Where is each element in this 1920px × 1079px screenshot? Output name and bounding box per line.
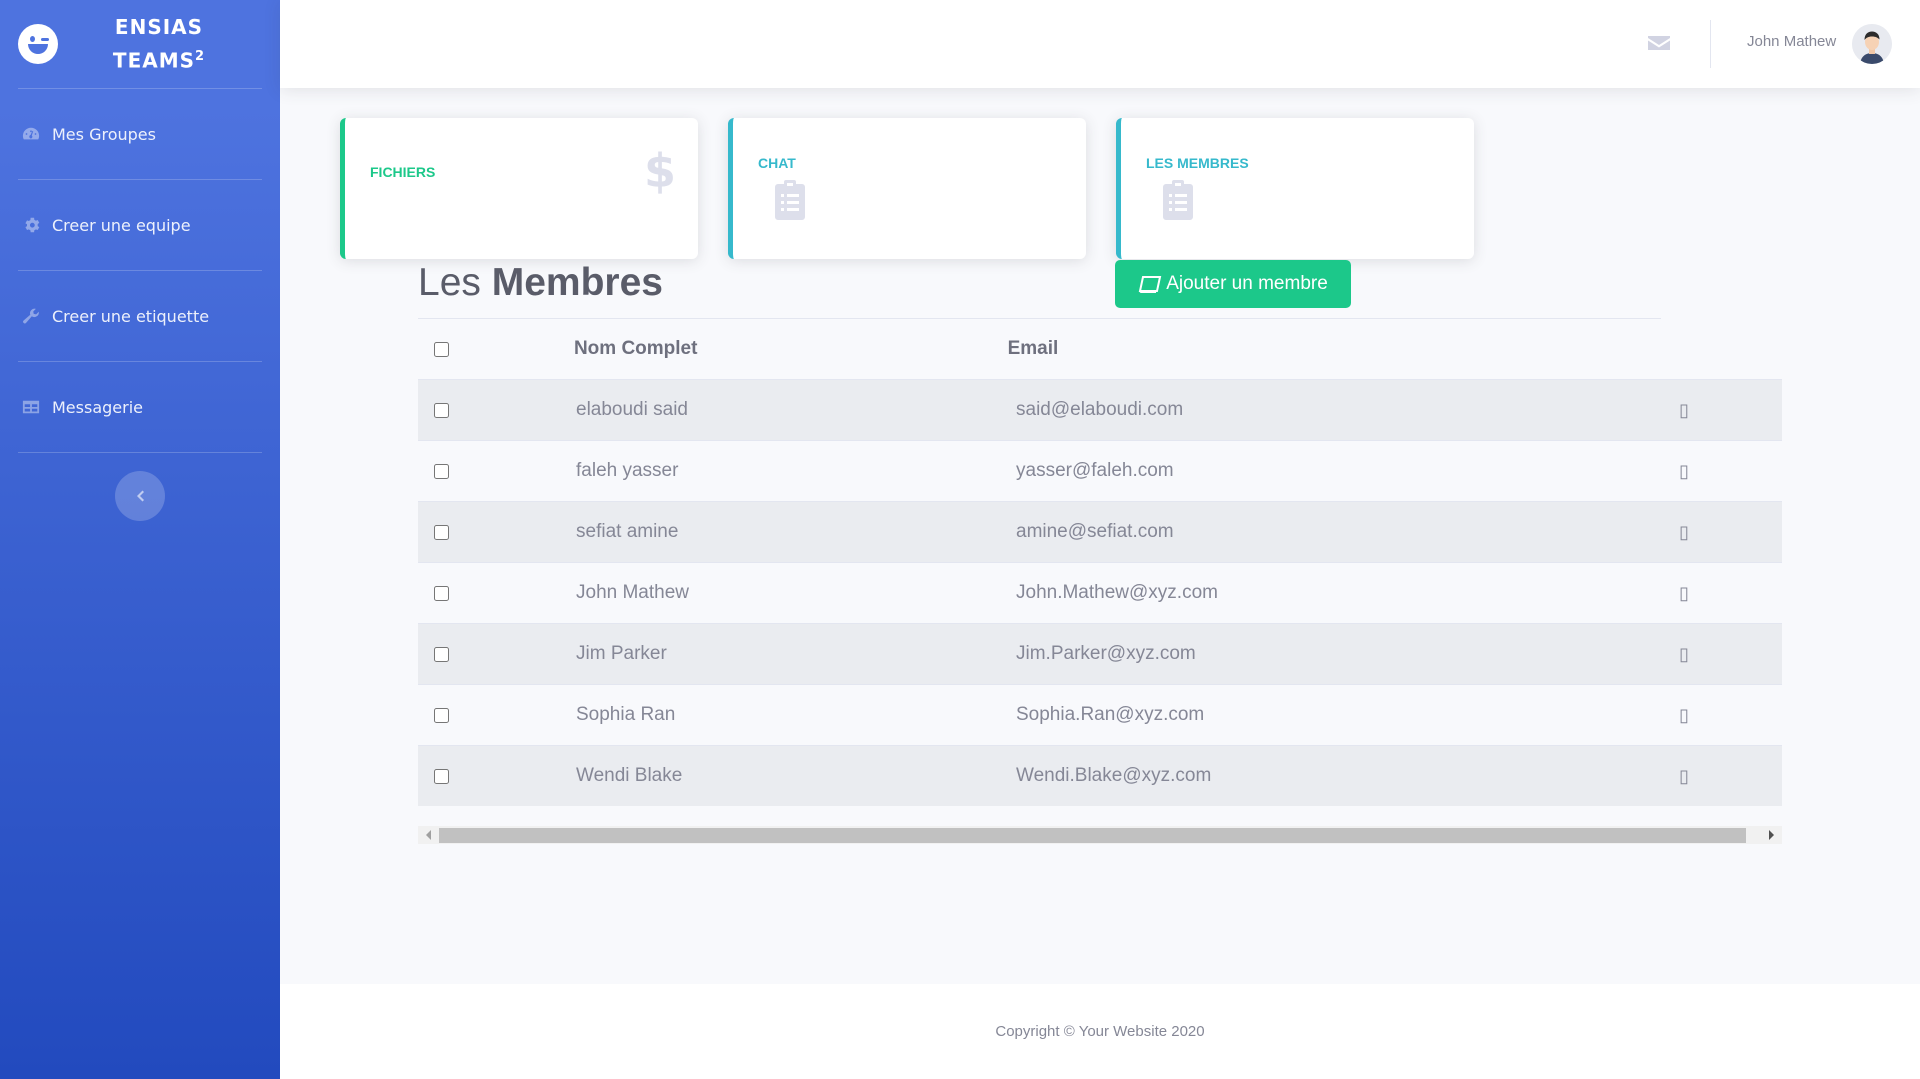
row-checkbox[interactable] [434, 524, 449, 540]
table-row[interactable]: Jim Parker Jim.Parker@xyz.com ▯ [418, 623, 1782, 684]
sidebar-item-creer-equipe[interactable]: Creer une equipe [0, 180, 280, 270]
clipboard-list-icon [775, 180, 805, 220]
chevron-left-icon [137, 490, 144, 502]
row-action-icon[interactable]: ▯ [1679, 400, 1782, 421]
brand-text: ENSIAS TEAMS2 [58, 12, 280, 76]
page-title-light: Les [418, 261, 481, 304]
sidebar-item-mes-groupes[interactable]: Mes Groupes [0, 89, 280, 179]
table-row[interactable]: elaboudi said said@elaboudi.com ▯ [418, 379, 1782, 440]
laugh-wink-icon [18, 24, 58, 64]
member-email: said@elaboudi.com [1016, 399, 1184, 420]
copyright-text: Copyright © Your Website 2020 [995, 1023, 1205, 1040]
clipboard-list-icon [1163, 180, 1193, 220]
card-title: FICHIERS [370, 164, 436, 180]
row-checkbox[interactable] [434, 646, 449, 662]
row-checkbox[interactable] [434, 768, 449, 784]
row-action-icon[interactable]: ▯ [1679, 705, 1782, 726]
brand[interactable]: ENSIAS TEAMS2 [0, 0, 280, 88]
select-all-checkbox[interactable] [434, 341, 449, 357]
topbar-divider [1710, 20, 1711, 68]
sidebar-item-label: Messagerie [52, 397, 143, 417]
table-row[interactable]: sefiat amine amine@sefiat.com ▯ [418, 501, 1782, 562]
brand-line1: ENSIAS [114, 15, 204, 40]
card-fichiers[interactable]: FICHIERS $ [340, 118, 698, 259]
card-chat[interactable]: CHAT [728, 118, 1086, 259]
row-action-icon[interactable]: ▯ [1679, 583, 1782, 604]
table-row[interactable]: faleh yasser yasser@faleh.com ▯ [418, 440, 1782, 501]
avatar[interactable] [1852, 24, 1892, 64]
footer: Copyright © Your Website 2020 [280, 984, 1920, 1079]
row-action-icon[interactable]: ▯ [1679, 461, 1782, 482]
member-name: Jim Parker [576, 643, 667, 664]
user-name[interactable]: John Mathew [1747, 33, 1836, 50]
sidebar-item-label: Creer une equipe [52, 215, 191, 235]
member-email: John.Mathew@xyz.com [1016, 582, 1218, 603]
brand-line2: TEAMS [112, 48, 196, 73]
member-name: sefiat amine [576, 521, 679, 542]
sidebar-item-messagerie[interactable]: Messagerie [0, 362, 280, 452]
column-header-name[interactable]: Nom Complet [574, 338, 1008, 360]
page-title-bold: Membres [491, 261, 663, 304]
members-table: Nom Complet Email elaboudi said said@elab… [418, 318, 1782, 844]
card-les-membres[interactable]: LES MEMBRES [1116, 118, 1474, 259]
member-email: Wendi.Blake@xyz.com [1016, 765, 1212, 786]
table-row[interactable]: Wendi Blake Wendi.Blake@xyz.com ▯ [418, 745, 1782, 806]
tachometer-icon [22, 125, 40, 143]
row-checkbox[interactable] [434, 585, 449, 601]
table-header: Nom Complet Email [418, 318, 1661, 379]
card-title: LES MEMBRES [1146, 155, 1249, 171]
table-row[interactable]: Sophia Ran Sophia.Ran@xyz.com ▯ [418, 684, 1782, 745]
envelope-icon[interactable] [1648, 34, 1670, 52]
member-email: amine@sefiat.com [1016, 521, 1174, 542]
add-member-button[interactable]: Ajouter un membre [1115, 260, 1351, 308]
table-row[interactable]: John Mathew John.Mathew@xyz.com ▯ [418, 562, 1782, 623]
scroll-right-icon[interactable] [1769, 830, 1774, 840]
member-name: John Mathew [576, 582, 690, 603]
card-title: CHAT [758, 155, 796, 171]
row-checkbox[interactable] [434, 463, 449, 479]
scrollbar-thumb[interactable] [439, 828, 1746, 843]
member-email: yasser@faleh.com [1016, 460, 1174, 481]
sidebar: ENSIAS TEAMS2 Mes Groupes Creer une equi… [0, 0, 280, 1079]
page-title: Les Membres [418, 261, 663, 305]
wrench-icon [22, 307, 40, 325]
row-checkbox[interactable] [434, 707, 449, 723]
row-action-icon[interactable]: ▯ [1679, 766, 1782, 787]
sidebar-item-label: Mes Groupes [52, 124, 156, 144]
sidebar-divider [18, 452, 262, 453]
table-icon [22, 398, 40, 416]
member-email: Jim.Parker@xyz.com [1016, 643, 1196, 664]
add-member-label: Ajouter un membre [1166, 273, 1328, 294]
member-name: faleh yasser [576, 460, 679, 481]
horizontal-scrollbar[interactable] [418, 826, 1782, 844]
member-email: Sophia.Ran@xyz.com [1016, 704, 1205, 725]
member-name: Sophia Ran [576, 704, 676, 725]
topbar: John Mathew [280, 0, 1920, 88]
column-header-email[interactable]: Email [1008, 338, 1661, 360]
member-name: Wendi Blake [576, 765, 683, 786]
sidebar-toggle-button[interactable] [115, 471, 165, 521]
row-action-icon[interactable]: ▯ [1679, 644, 1782, 665]
member-name: elaboudi said [576, 399, 688, 420]
scroll-left-icon[interactable] [426, 830, 431, 840]
row-checkbox[interactable] [434, 402, 449, 418]
book-icon [1138, 276, 1162, 293]
sidebar-item-creer-etiquette[interactable]: Creer une etiquette [0, 271, 280, 361]
brand-sup: 2 [195, 49, 206, 65]
row-action-icon[interactable]: ▯ [1679, 522, 1782, 543]
cog-icon [22, 216, 40, 234]
dollar-icon: $ [643, 144, 676, 198]
sidebar-item-label: Creer une etiquette [52, 306, 210, 326]
